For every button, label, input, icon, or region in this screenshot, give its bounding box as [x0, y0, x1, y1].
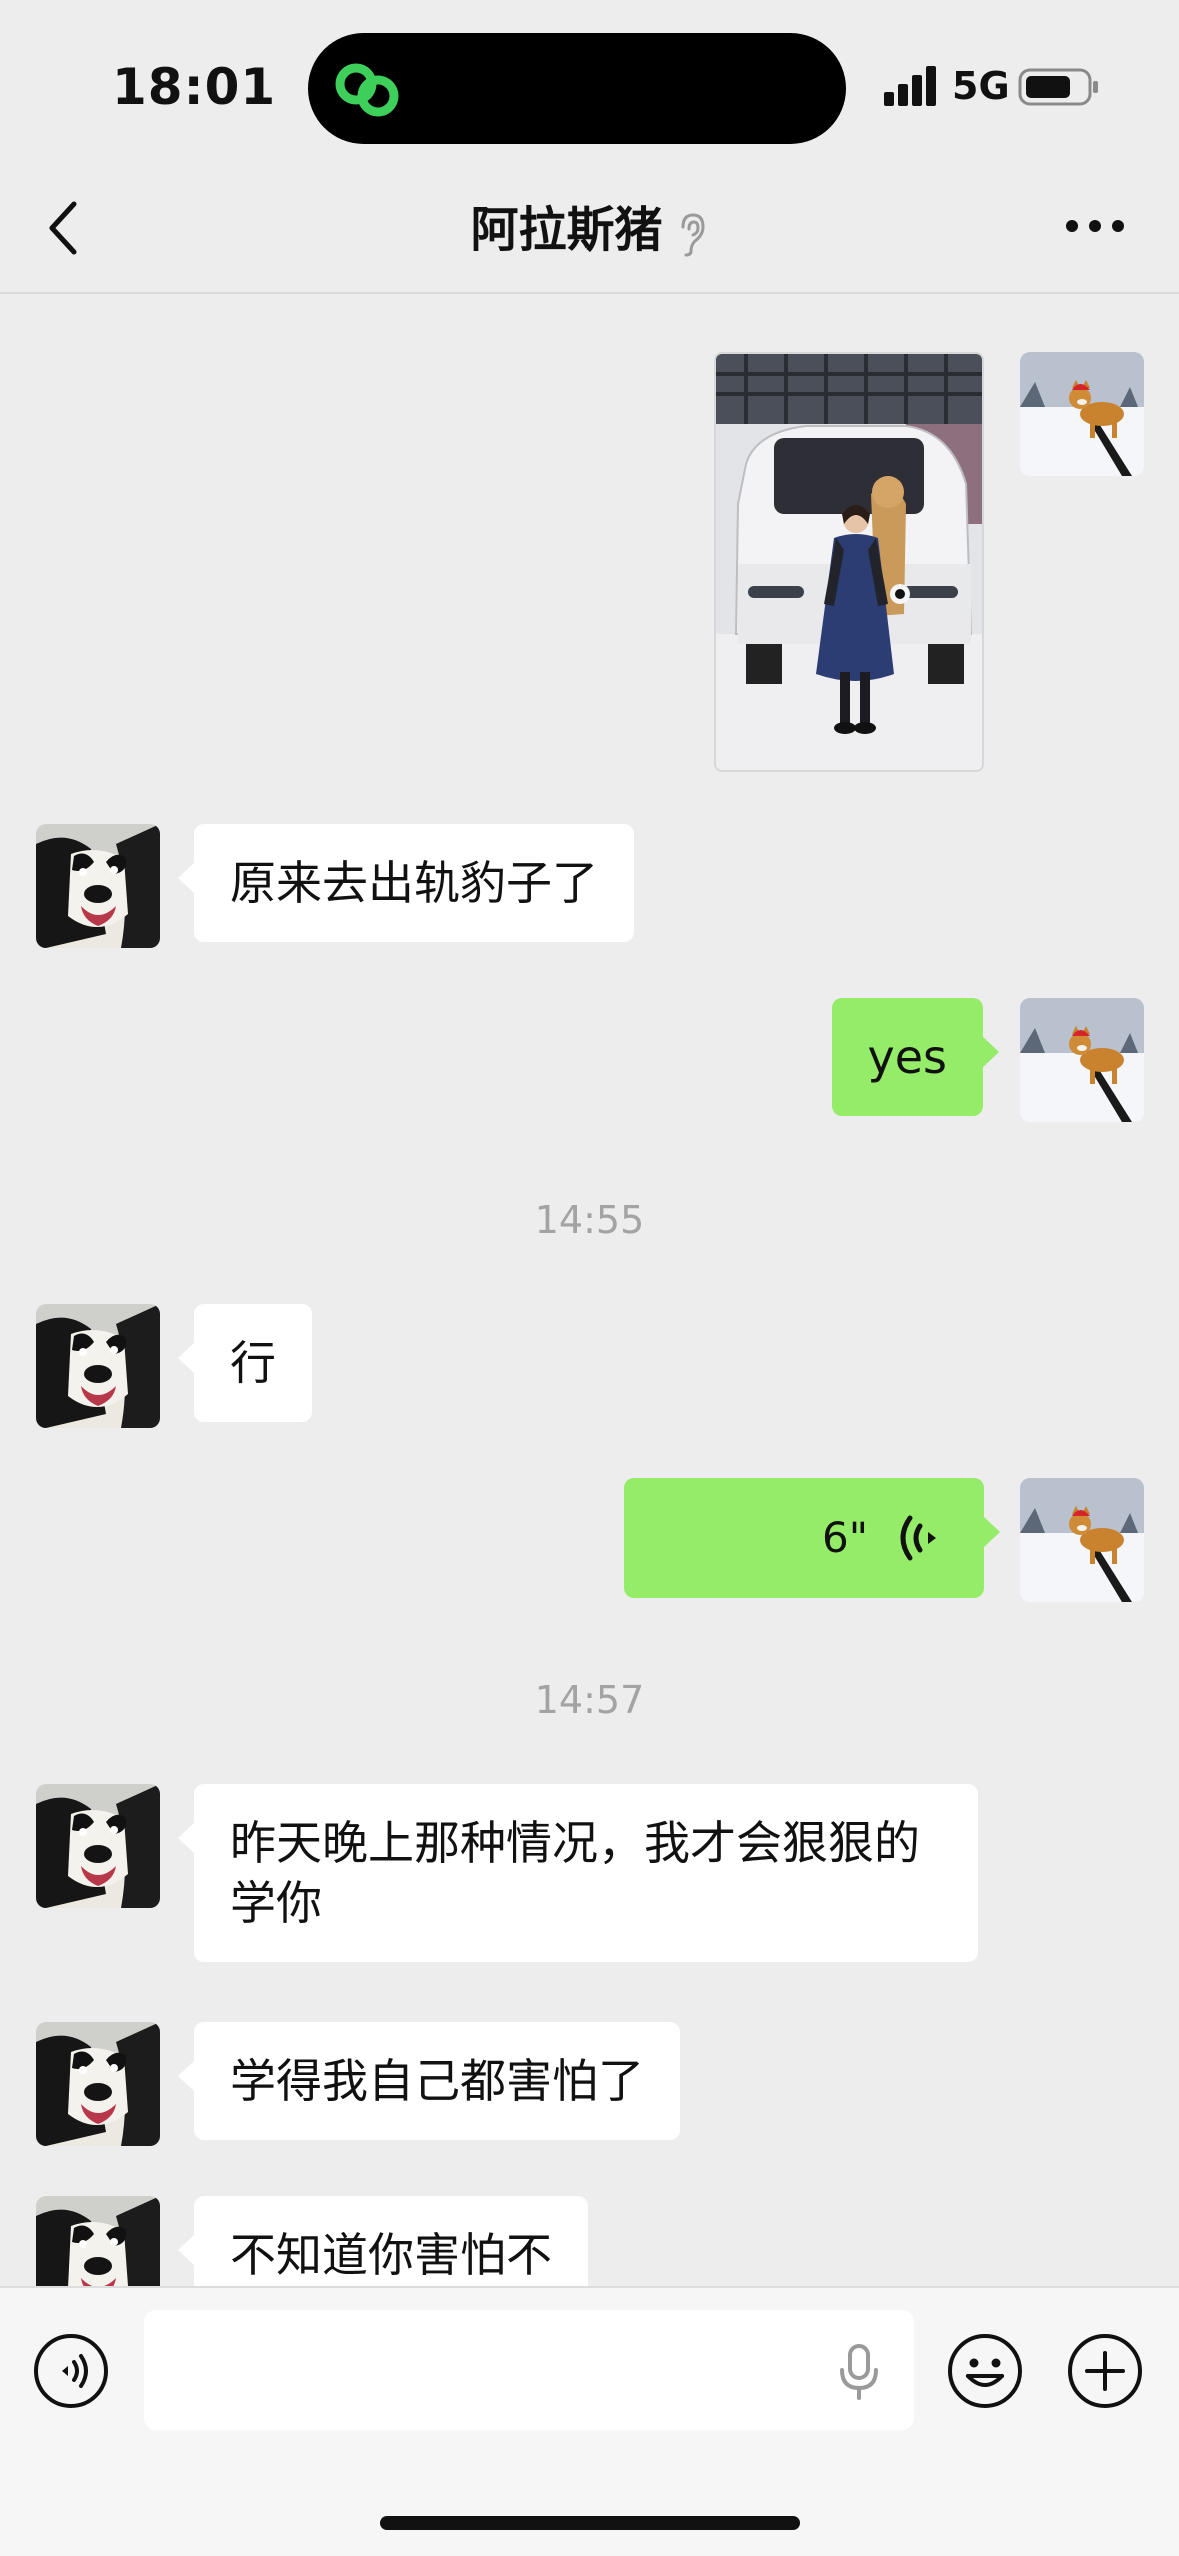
chat-title: 阿拉斯猪	[0, 190, 1179, 260]
incoming-message-bubble[interactable]: 原来去出轨豹子了	[178, 824, 634, 942]
message-text: 不知道你害怕不	[230, 2228, 552, 2282]
nav-divider	[0, 292, 1179, 294]
message-input-box[interactable]	[144, 2310, 914, 2430]
contact-avatar-image	[36, 824, 160, 948]
timestamp: 14:55	[534, 1198, 645, 1242]
battery-icon	[1018, 68, 1098, 106]
my-avatar-image	[1020, 352, 1144, 476]
my-avatar-image	[1020, 998, 1144, 1122]
incoming-message-bubble[interactable]: 学得我自己都害怕了	[178, 2022, 680, 2140]
message-text: 原来去出轨豹子了	[230, 856, 598, 910]
my-avatar-image	[1020, 1478, 1144, 1602]
incoming-message-bubble[interactable]: 昨天晚上那种情况，我才会狠狠的学你	[178, 1784, 978, 1962]
contact-avatar[interactable]	[36, 1304, 160, 1428]
voice-mode-icon[interactable]	[32, 2332, 110, 2410]
signal-icon	[884, 66, 936, 106]
message-text: 行	[230, 1336, 276, 1390]
sent-photo[interactable]	[714, 352, 984, 772]
photo-image	[716, 354, 982, 770]
my-avatar[interactable]	[1020, 1478, 1144, 1602]
contact-avatar[interactable]	[36, 1784, 160, 1908]
contact-avatar-image	[36, 2022, 160, 2146]
contact-avatar-image	[36, 1784, 160, 1908]
contact-avatar[interactable]	[36, 824, 160, 948]
voice-wave-icon	[900, 1515, 936, 1561]
outgoing-message-bubble[interactable]: yes	[831, 998, 999, 1116]
message-text: 学得我自己都害怕了	[230, 2054, 644, 2108]
home-indicator[interactable]	[380, 2516, 800, 2530]
network-type: 5G	[952, 64, 1010, 108]
plus-icon[interactable]	[1066, 2332, 1144, 2410]
mini-program-link-icon[interactable]	[330, 58, 404, 122]
emoji-icon[interactable]	[946, 2332, 1024, 2410]
ear-icon	[681, 213, 705, 257]
more-icon[interactable]	[1062, 208, 1128, 244]
contact-avatar[interactable]	[36, 2022, 160, 2146]
my-avatar[interactable]	[1020, 352, 1144, 476]
contact-avatar-image	[36, 1304, 160, 1428]
message-input[interactable]	[144, 2310, 784, 2430]
message-text: 昨天晚上那种情况，我才会狠狠的学你	[230, 1816, 920, 1930]
status-time: 18:01	[112, 58, 277, 116]
voice-duration: 6"	[822, 1513, 869, 1562]
my-avatar[interactable]	[1020, 998, 1144, 1122]
timestamp: 14:57	[534, 1678, 645, 1722]
voice-message-bubble[interactable]: 6"	[624, 1478, 1000, 1598]
incoming-message-bubble[interactable]: 行	[178, 1304, 312, 1422]
contact-name: 阿拉斯猪	[470, 202, 663, 258]
microphone-icon[interactable]	[834, 2342, 884, 2402]
message-text: yes	[867, 1030, 948, 1084]
